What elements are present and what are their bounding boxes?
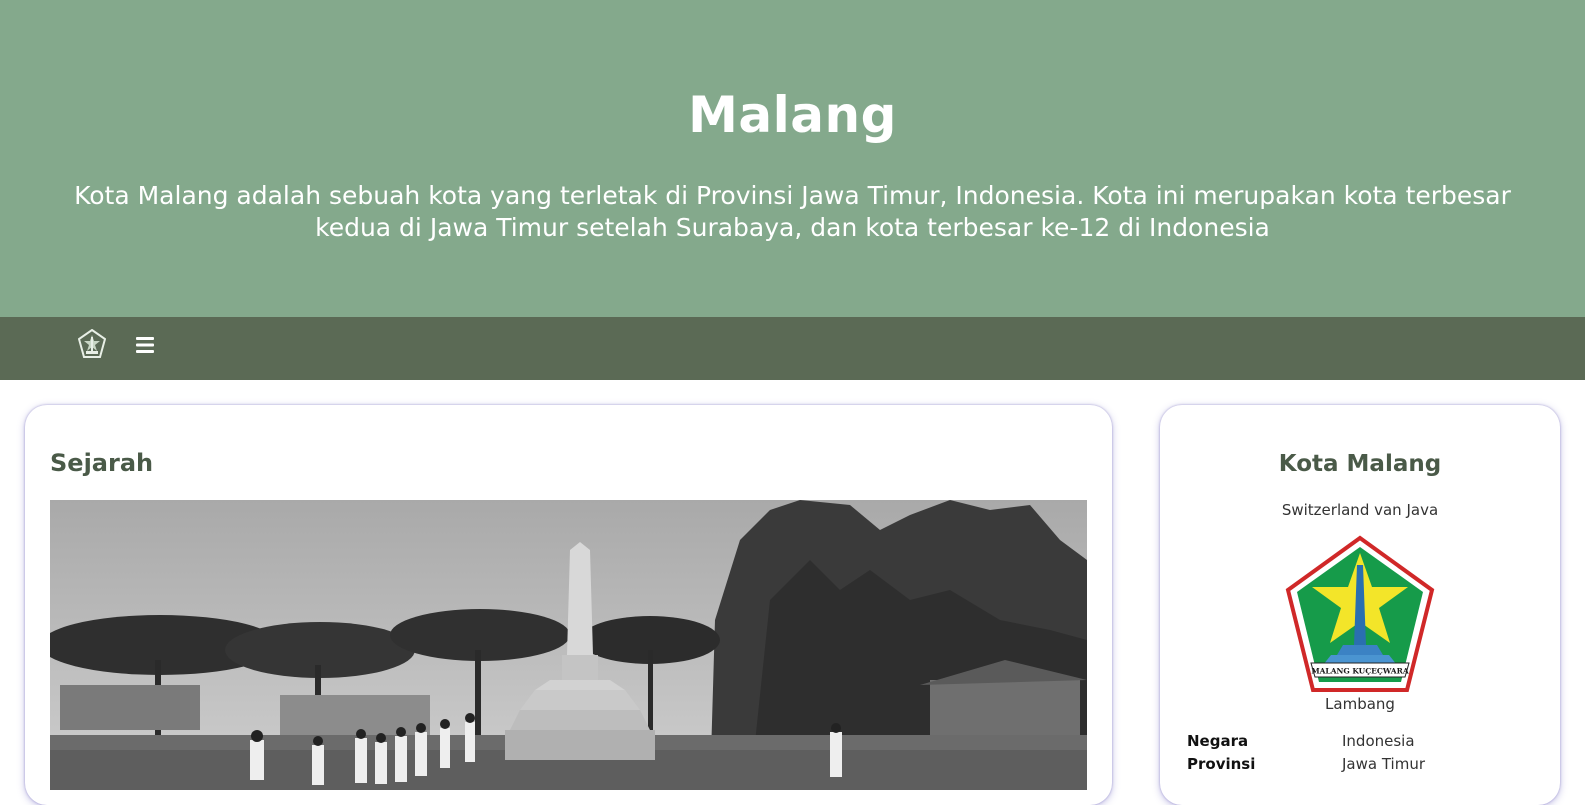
navbar <box>0 317 1585 380</box>
history-card: Sejarah <box>25 405 1112 805</box>
hero-banner: Malang Kota Malang adalah sebuah kota ya… <box>0 0 1585 317</box>
hamburger-menu-icon[interactable] <box>134 333 158 357</box>
sidebar-subtitle: Switzerland van Java <box>1281 501 1439 519</box>
hero-description: Kota Malang adalah sebuah kota yang terl… <box>74 181 1511 242</box>
svg-text:MALANG KUÇEÇWARA: MALANG KUÇEÇWARA <box>1311 667 1409 676</box>
malang-emblem-icon[interactable] <box>77 328 107 359</box>
emblem-caption: Lambang <box>1325 695 1395 713</box>
info-value: Indonesia <box>1342 732 1415 750</box>
info-key: Negara <box>1187 732 1249 750</box>
section-title-sejarah: Sejarah <box>50 449 154 477</box>
info-key: Provinsi <box>1187 755 1256 773</box>
info-sidebar-card: Kota Malang Switzerland van Java MALANG … <box>1160 405 1560 805</box>
page-title: Malang <box>688 86 897 144</box>
info-value: Jawa Timur <box>1342 755 1425 773</box>
sidebar-title: Kota Malang <box>1278 451 1442 477</box>
historic-monument-photo <box>50 500 1087 790</box>
city-emblem-image: MALANG KUÇEÇWARA <box>1285 535 1435 693</box>
